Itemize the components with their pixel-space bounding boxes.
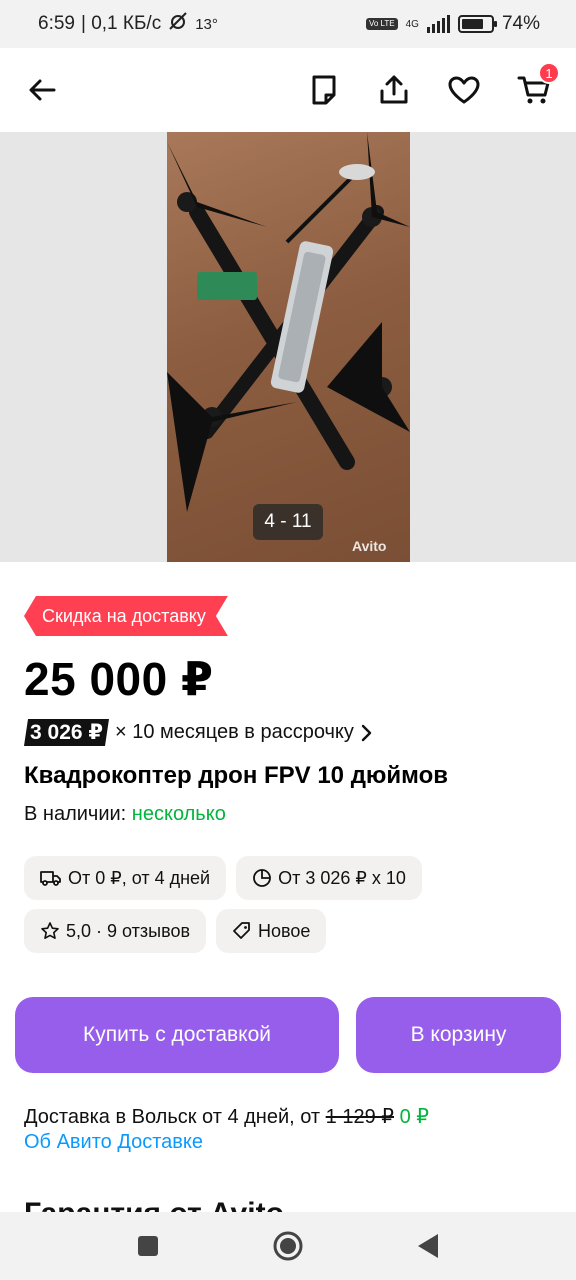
battery-percent: 74% bbox=[501, 13, 540, 34]
chip-delivery-label: От 0 ₽, от 4 дней bbox=[68, 867, 211, 888]
price: 25 000 ₽ bbox=[24, 653, 214, 705]
home-button[interactable] bbox=[268, 1226, 308, 1266]
recents-button[interactable] bbox=[128, 1226, 168, 1266]
stock-label: В наличии: bbox=[24, 803, 127, 825]
back-nav-button[interactable] bbox=[408, 1226, 448, 1266]
network-type: 4G bbox=[405, 18, 419, 30]
note-icon bbox=[312, 75, 336, 105]
photo-gallery[interactable]: 4 - 11 Avito bbox=[0, 132, 576, 562]
buy-with-delivery-button[interactable]: Купить с доставкой bbox=[15, 997, 339, 1073]
installment-amount: 3 026 ₽ bbox=[24, 719, 109, 746]
product-photo[interactable] bbox=[167, 132, 410, 562]
photo-counter: 4 - 11 bbox=[253, 504, 323, 540]
volte-icon: Vo LTE bbox=[365, 18, 398, 30]
chevron-right-icon bbox=[361, 724, 372, 741]
info-chips: От 0 ₽, от 4 дней От 3 026 ₽ x 10 5,0 · … bbox=[24, 856, 564, 953]
installment-text: × 10 месяцев в рассрочку bbox=[115, 721, 354, 743]
chip-installment[interactable]: От 3 026 ₽ x 10 bbox=[236, 856, 422, 900]
about-delivery-link[interactable]: Об Авито Доставке bbox=[24, 1131, 203, 1154]
share-icon bbox=[380, 75, 408, 104]
square-icon bbox=[138, 1236, 158, 1256]
status-network-speed: | 0,1 КБ/с bbox=[80, 13, 162, 34]
status-temperature: 13° bbox=[195, 15, 218, 33]
mute-alarm-icon bbox=[167, 11, 189, 37]
chip-condition[interactable]: Новое bbox=[216, 909, 327, 953]
avito-watermark: Avito bbox=[352, 538, 387, 554]
chip-condition-label: Новое bbox=[258, 920, 311, 941]
note-button[interactable] bbox=[304, 70, 344, 110]
cart-badge: 1 bbox=[538, 62, 560, 84]
star-icon bbox=[41, 922, 59, 939]
stock-status: В наличии: несколько bbox=[24, 803, 226, 826]
next-section-title: Гарантия от Avito bbox=[24, 1194, 424, 1212]
delivery-text: Доставка в Вольск от 4 дней, от bbox=[24, 1106, 321, 1128]
back-button[interactable] bbox=[22, 70, 62, 110]
cart-button[interactable]: 1 bbox=[514, 62, 560, 110]
delivery-old-price: 1 129 ₽ bbox=[325, 1106, 394, 1128]
share-button[interactable] bbox=[374, 70, 414, 110]
delivery-new-price: 0 ₽ bbox=[399, 1106, 429, 1128]
chip-rating[interactable]: 5,0 · 9 отзывов bbox=[24, 909, 207, 953]
status-bar: 6:59 | 0,1 КБ/с 13° Vo LTE 4G 74% bbox=[0, 0, 576, 48]
installment-link[interactable]: 3 026 ₽ × 10 месяцев в рассрочку bbox=[24, 719, 374, 746]
circle-icon bbox=[273, 1231, 303, 1261]
arrow-left-icon bbox=[29, 79, 56, 101]
system-nav-bar bbox=[0, 1212, 576, 1280]
add-to-cart-button[interactable]: В корзину bbox=[356, 997, 561, 1073]
status-time: 6:59 bbox=[38, 13, 75, 34]
listing-title: Квадрокоптер дрон FPV 10 дюймов bbox=[24, 762, 449, 789]
stock-value: несколько bbox=[131, 803, 226, 825]
battery-icon bbox=[457, 15, 497, 33]
chip-delivery[interactable]: От 0 ₽, от 4 дней bbox=[24, 856, 227, 900]
tag-icon bbox=[233, 922, 250, 939]
chip-rating-label: 5,0 · 9 отзывов bbox=[66, 920, 191, 941]
delivery-info: Доставка в Вольск от 4 дней, от 1 129 ₽ … bbox=[24, 1104, 429, 1129]
chip-installment-label: От 3 026 ₽ x 10 bbox=[278, 867, 406, 888]
discount-ribbon: Скидка на доставку bbox=[24, 596, 228, 636]
battery-fill bbox=[461, 19, 483, 29]
triangle-back-icon bbox=[418, 1234, 438, 1258]
top-toolbar: 1 bbox=[0, 48, 576, 132]
favorite-button[interactable] bbox=[444, 70, 484, 110]
pie-chart-icon bbox=[253, 869, 271, 887]
truck-icon bbox=[40, 871, 61, 886]
heart-icon bbox=[448, 76, 480, 104]
signal-icon bbox=[426, 15, 450, 33]
